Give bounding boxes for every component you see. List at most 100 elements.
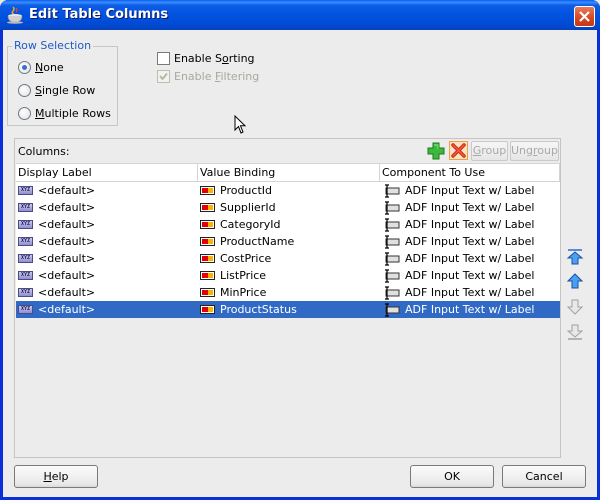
component-text: ADF Input Text w/ Label (405, 252, 535, 265)
cell-display-label[interactable]: XYZ <default> (16, 199, 198, 216)
value-binding-text: ListPrice (220, 269, 267, 282)
table-row[interactable]: XYZ <default> ProductStatus ADF Input Te… (16, 301, 560, 318)
move-to-top-icon[interactable] (566, 248, 584, 266)
cell-display-label[interactable]: XYZ <default> (16, 301, 198, 318)
cell-display-label[interactable]: XYZ <default> (16, 267, 198, 284)
radio-label: Single Row (35, 84, 96, 97)
enable-sorting-checkbox[interactable]: Enable Sorting (157, 52, 255, 65)
table-row[interactable]: XYZ <default> ProductId ADF Input Text w… (16, 182, 560, 199)
label-xyz-icon: XYZ (18, 288, 33, 297)
input-text-icon (385, 217, 400, 232)
cell-display-label[interactable]: XYZ <default> (16, 182, 198, 199)
cell-value-binding[interactable]: ListPrice (198, 267, 380, 284)
add-icon[interactable] (427, 142, 445, 160)
table-header: Display Label Value Binding Component To… (16, 163, 560, 182)
delete-button[interactable] (449, 141, 468, 160)
component-text: ADF Input Text w/ Label (405, 201, 535, 214)
dialog-content: Row Selection None Single Row Multiple R… (3, 30, 597, 497)
cell-component[interactable]: ADF Input Text w/ Label (380, 301, 560, 318)
ungroup-button[interactable]: Ungroup (510, 141, 559, 161)
header-display-label[interactable]: Display Label (16, 164, 198, 181)
cell-value-binding[interactable]: ProductName (198, 233, 380, 250)
help-button[interactable]: Help (14, 465, 98, 488)
checkbox[interactable] (157, 70, 170, 83)
input-text-icon (385, 285, 400, 300)
label-xyz-icon: XYZ (18, 220, 33, 229)
ok-button[interactable]: OK (410, 465, 494, 488)
display-label-text: <default> (38, 235, 96, 248)
table-row[interactable]: XYZ <default> ProductName ADF Input Text… (16, 233, 560, 250)
input-text-icon (385, 183, 400, 198)
cell-component[interactable]: ADF Input Text w/ Label (380, 267, 560, 284)
component-text: ADF Input Text w/ Label (405, 286, 535, 299)
cell-display-label[interactable]: XYZ <default> (16, 250, 198, 267)
table-row[interactable]: XYZ <default> MinPrice ADF Input Text w/… (16, 284, 560, 301)
value-binding-text: MinPrice (220, 286, 267, 299)
radio-none[interactable]: None (18, 61, 64, 74)
cell-display-label[interactable]: XYZ <default> (16, 233, 198, 250)
value-binding-text: ProductName (220, 235, 295, 248)
cell-display-label[interactable]: XYZ <default> (16, 216, 198, 233)
display-label-text: <default> (38, 286, 96, 299)
table-row[interactable]: XYZ <default> CategoryId ADF Input Text … (16, 216, 560, 233)
cell-value-binding[interactable]: ProductStatus (198, 301, 380, 318)
radio-button[interactable] (18, 84, 31, 97)
move-down-icon[interactable] (566, 298, 584, 316)
component-text: ADF Input Text w/ Label (405, 269, 535, 282)
radio-button[interactable] (18, 107, 31, 120)
cell-component[interactable]: ADF Input Text w/ Label (380, 216, 560, 233)
java-cup-icon (7, 6, 23, 24)
columns-panel: Columns: Group Ungroup Display Label Val… (14, 138, 561, 458)
close-button[interactable] (574, 6, 595, 27)
table-row[interactable]: XYZ <default> SupplierId ADF Input Text … (16, 199, 560, 216)
radio-single-row[interactable]: Single Row (18, 84, 95, 97)
radio-label: None (35, 61, 64, 74)
move-to-bottom-icon[interactable] (566, 323, 584, 341)
cell-component[interactable]: ADF Input Text w/ Label (380, 233, 560, 250)
label-xyz-icon: XYZ (18, 186, 33, 195)
input-text-icon (385, 200, 400, 215)
cell-component[interactable]: ADF Input Text w/ Label (380, 284, 560, 301)
attribute-icon (200, 305, 215, 314)
cell-value-binding[interactable]: SupplierId (198, 199, 380, 216)
move-up-icon[interactable] (566, 272, 584, 290)
header-value-binding[interactable]: Value Binding (198, 164, 380, 181)
group-button[interactable]: Group (471, 141, 508, 161)
cancel-button[interactable]: Cancel (502, 465, 586, 488)
cell-component[interactable]: ADF Input Text w/ Label (380, 182, 560, 199)
cell-value-binding[interactable]: CostPrice (198, 250, 380, 267)
label-xyz-icon: XYZ (18, 271, 33, 280)
title-bar[interactable]: Edit Table Columns (0, 0, 600, 30)
checkbox[interactable] (157, 52, 170, 65)
enable-filtering-checkbox[interactable]: Enable Filtering (157, 70, 259, 83)
cell-value-binding[interactable]: CategoryId (198, 216, 380, 233)
cell-component[interactable]: ADF Input Text w/ Label (380, 250, 560, 267)
table-row[interactable]: XYZ <default> ListPrice ADF Input Text w… (16, 267, 560, 284)
attribute-icon (200, 186, 215, 195)
attribute-icon (200, 254, 215, 263)
display-label-text: <default> (38, 201, 96, 214)
radio-label: Multiple Rows (35, 107, 111, 120)
label-xyz-icon: XYZ (18, 203, 33, 212)
label-xyz-icon: XYZ (18, 237, 33, 246)
radio-multiple-rows[interactable]: Multiple Rows (18, 107, 111, 120)
input-text-icon (385, 251, 400, 266)
cell-component[interactable]: ADF Input Text w/ Label (380, 199, 560, 216)
radio-button[interactable] (18, 61, 31, 74)
table-body: XYZ <default> ProductId ADF Input Text w… (16, 182, 560, 318)
checkbox-label: Enable Filtering (174, 70, 260, 83)
attribute-icon (200, 203, 215, 212)
table-row[interactable]: XYZ <default> CostPrice ADF Input Text w… (16, 250, 560, 267)
display-label-text: <default> (38, 184, 96, 197)
component-text: ADF Input Text w/ Label (405, 218, 535, 231)
value-binding-text: ProductId (220, 184, 272, 197)
columns-table: Display Label Value Binding Component To… (16, 163, 560, 318)
delete-icon (451, 143, 466, 158)
dialog-window: Edit Table Columns Row Selection None Si… (0, 0, 600, 500)
cell-display-label[interactable]: XYZ <default> (16, 284, 198, 301)
input-text-icon (385, 268, 400, 283)
cell-value-binding[interactable]: MinPrice (198, 284, 380, 301)
value-binding-text: CostPrice (220, 252, 272, 265)
header-component[interactable]: Component To Use (380, 164, 560, 181)
cell-value-binding[interactable]: ProductId (198, 182, 380, 199)
